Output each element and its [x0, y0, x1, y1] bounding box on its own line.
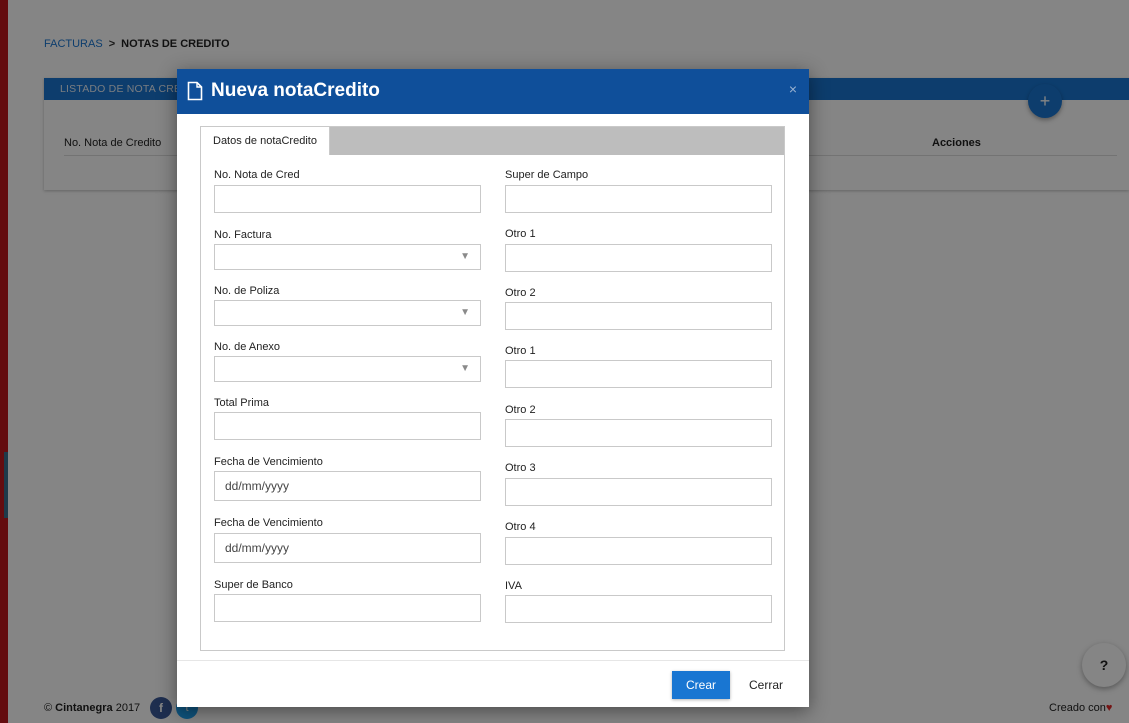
iva-input[interactable] [505, 595, 772, 623]
otro-1-input-b[interactable] [505, 360, 772, 388]
modal-title: Nueva notaCredito [211, 80, 380, 101]
tab-datos-nota-credito[interactable]: Datos de notaCredito [201, 127, 330, 155]
dropdown-arrow-icon: ▼ [460, 251, 470, 262]
fecha-vencimiento-input-2[interactable] [214, 533, 481, 563]
document-icon [187, 81, 203, 101]
no-anexo-select[interactable]: ▼ [214, 356, 481, 382]
field-label-otro-1b: Otro 1 [505, 345, 536, 357]
field-label-otro-2b: Otro 2 [505, 404, 536, 416]
field-label-no-factura: No. Factura [214, 229, 272, 241]
modal-header: Nueva notaCredito × [177, 69, 809, 114]
no-nota-credito-input[interactable] [214, 185, 481, 213]
total-prima-input[interactable] [214, 412, 481, 440]
field-label-otro-3: Otro 3 [505, 462, 536, 474]
modal-footer: Crear Cerrar [177, 660, 809, 707]
dropdown-arrow-icon: ▼ [460, 307, 470, 318]
crear-button[interactable]: Crear [672, 671, 730, 699]
no-poliza-select[interactable]: ▼ [214, 300, 481, 326]
field-label-iva: IVA [505, 580, 522, 592]
field-label-fecha-vencimiento-1: Fecha de Vencimiento [214, 456, 323, 468]
field-label-super-banco: Super de Banco [214, 579, 293, 591]
otro-2-input-a[interactable] [505, 302, 772, 330]
otro-3-input[interactable] [505, 478, 772, 506]
field-label-otro-2a: Otro 2 [505, 287, 536, 299]
dropdown-arrow-icon: ▼ [460, 363, 470, 374]
field-label-total-prima: Total Prima [214, 397, 270, 409]
field-label-no-nota: No. Nota de Cred [214, 169, 300, 181]
cerrar-button[interactable]: Cerrar [749, 671, 783, 699]
field-label-otro-4: Otro 4 [505, 521, 536, 533]
field-label-no-anexo: No. de Anexo [214, 341, 281, 353]
fecha-vencimiento-input-1[interactable] [214, 471, 481, 501]
otro-1-input-a[interactable] [505, 244, 772, 272]
super-campo-input[interactable] [505, 185, 772, 213]
tab-bar: Datos de notaCredito [201, 127, 784, 155]
super-banco-input[interactable] [214, 594, 481, 622]
close-icon[interactable]: × [789, 81, 797, 97]
otro-4-input[interactable] [505, 537, 772, 565]
otro-2-input-b[interactable] [505, 419, 772, 447]
field-label-fecha-vencimiento-2: Fecha de Vencimiento [214, 517, 323, 529]
nueva-nota-credito-modal: Nueva notaCredito × Datos de notaCredito… [177, 69, 809, 707]
no-factura-select[interactable]: ▼ [214, 244, 481, 270]
field-label-otro-1a: Otro 1 [505, 228, 536, 240]
field-label-no-poliza: No. de Poliza [214, 285, 280, 297]
field-label-super-campo: Super de Campo [505, 169, 589, 181]
